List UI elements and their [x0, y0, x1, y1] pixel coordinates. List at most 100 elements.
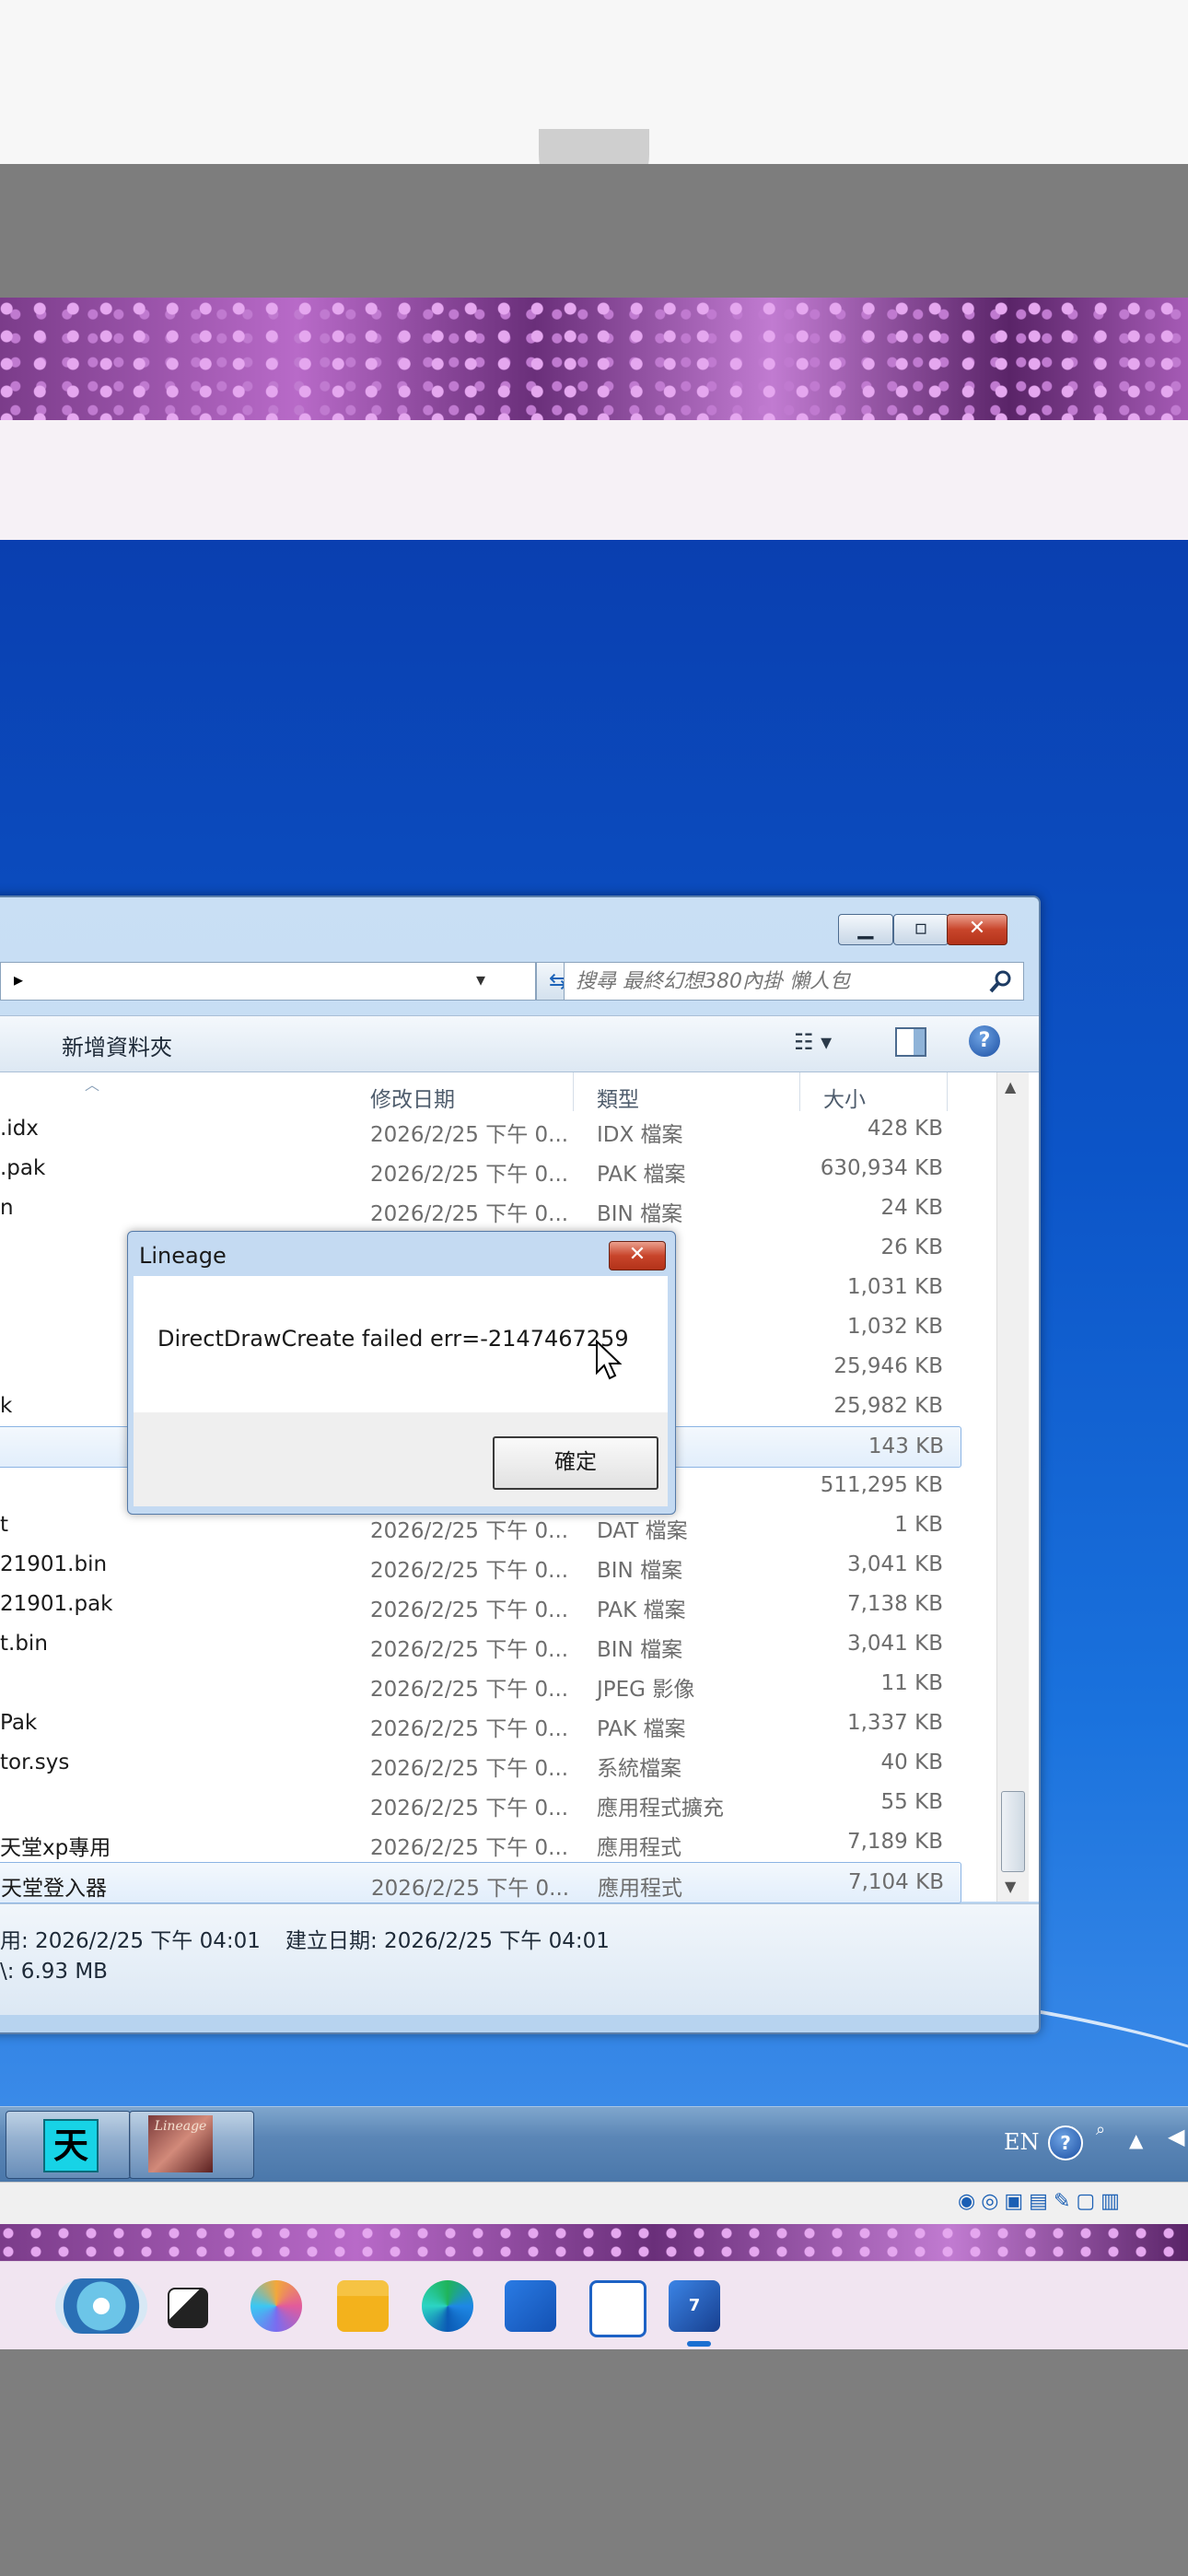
file-explorer-icon[interactable]: [337, 2280, 389, 2332]
file-type: 應用程式: [597, 1836, 681, 1860]
minimize-button[interactable]: ▁: [838, 914, 893, 945]
file-size: 40 KB: [880, 1751, 943, 1774]
file-size: 7,104 KB: [847, 1870, 944, 1894]
file-row-selected[interactable]: 天堂登入器 2026/2/25 下午 0... 應用程式 7,104 KB: [0, 1862, 961, 1903]
column-divider[interactable]: [947, 1072, 948, 1111]
help-icon[interactable]: ?: [969, 1025, 1000, 1057]
file-size: 7,189 KB: [846, 1830, 943, 1854]
new-folder-button[interactable]: 新增資料夾: [62, 1029, 172, 1061]
file-name: .idx: [0, 1117, 39, 1141]
taskbar-item-tian[interactable]: 天: [6, 2111, 131, 2179]
file-type: 系統檔案: [597, 1757, 681, 1781]
scroll-thumb[interactable]: [1001, 1791, 1025, 1872]
file-row[interactable]: 2026/2/25 下午 0... 應用程式擴充 55 KB: [0, 1783, 960, 1822]
sort-arrow-icon: ︿: [85, 1076, 100, 1094]
copilot-icon[interactable]: [250, 2280, 302, 2332]
store-icon[interactable]: [505, 2280, 556, 2332]
file-size: 25,946 KB: [833, 1354, 943, 1378]
file-type: JPEG 影像: [597, 1678, 695, 1702]
file-type: BIN 檔案: [597, 1559, 683, 1583]
created-date-text: 建立日期: 2026/2/25 下午 04:01: [285, 1929, 610, 1953]
widgets-icon[interactable]: [55, 2278, 147, 2334]
view-options-icon[interactable]: ☷ ▾: [794, 1029, 832, 1055]
file-row[interactable]: 天堂xp專用 2026/2/25 下午 0... 應用程式 7,189 KB: [0, 1822, 960, 1862]
task-view-icon[interactable]: [168, 2288, 208, 2328]
file-name: 天堂登入器: [1, 1877, 107, 1901]
file-row[interactable]: n 2026/2/25 下午 0... BIN 檔案 24 KB: [0, 1188, 960, 1228]
vscode-icon[interactable]: [589, 2280, 646, 2337]
file-size: 1 KB: [894, 1513, 943, 1537]
column-header-date[interactable]: 修改日期: [370, 1082, 455, 1113]
file-size: 3,041 KB: [846, 1552, 943, 1576]
tray-help-icon[interactable]: ?: [1048, 2125, 1083, 2160]
file-name: t.bin: [0, 1632, 48, 1656]
speaker-icon[interactable]: ◀: [1168, 2124, 1184, 2149]
scroll-up-icon[interactable]: ▲: [1005, 1078, 1016, 1095]
language-indicator[interactable]: EN: [1004, 2129, 1040, 2155]
ok-button[interactable]: 確定: [493, 1436, 658, 1490]
file-row[interactable]: 21901.bin 2026/2/25 下午 0... BIN 檔案 3,041 KB: [0, 1545, 960, 1585]
file-type: DAT 檔案: [597, 1519, 688, 1543]
file-date: 2026/2/25 下午 0...: [370, 1797, 569, 1821]
wallpaper-strip-bottom: [0, 2224, 1188, 2261]
file-name: 21901.pak: [0, 1592, 113, 1616]
file-row[interactable]: 2026/2/25 下午 0... JPEG 影像 11 KB: [0, 1664, 960, 1704]
search-input[interactable]: [574, 966, 973, 996]
file-date: 2026/2/25 下午 0...: [370, 1559, 569, 1583]
maximize-button[interactable]: ▫: [893, 914, 949, 945]
file-size: 630,934 KB: [820, 1156, 943, 1180]
file-name: tor.sys: [0, 1751, 70, 1774]
vm-app-icon[interactable]: 7: [669, 2280, 720, 2332]
search-box[interactable]: [564, 962, 1024, 1001]
file-date: 2026/2/25 下午 0...: [370, 1757, 569, 1781]
edge-icon[interactable]: [422, 2280, 473, 2332]
file-name: Pak: [0, 1711, 38, 1735]
vertical-scrollbar[interactable]: ▲ ▼: [996, 1072, 1029, 1902]
file-size: 25,982 KB: [833, 1394, 943, 1418]
file-type: BIN 檔案: [597, 1202, 683, 1226]
column-header-size[interactable]: 大小: [823, 1082, 866, 1113]
bottom-area: [0, 2349, 1188, 2576]
command-bar: 新增資料夾 ☷ ▾ ?: [0, 1015, 1039, 1072]
dialog-title: Lineage: [139, 1243, 227, 1269]
file-row[interactable]: t.bin 2026/2/25 下午 0... BIN 檔案 3,041 KB: [0, 1624, 960, 1664]
file-size: 428 KB: [867, 1117, 943, 1141]
address-bar[interactable]: ▸ ▾: [0, 962, 536, 1001]
file-row[interactable]: 21901.pak 2026/2/25 下午 0... PAK 檔案 7,138 KB: [0, 1585, 960, 1624]
address-dropdown-icon[interactable]: ▾: [476, 968, 485, 990]
column-divider[interactable]: [799, 1072, 800, 1111]
tray-ime-icon[interactable]: ⌕: [1096, 2120, 1105, 2139]
vm-status-bar: ◉◎▣▤✎▢▥: [0, 2182, 1188, 2225]
dialog-close-button[interactable]: ✕: [609, 1241, 666, 1270]
gray-band: [0, 164, 1188, 298]
file-row[interactable]: Pak 2026/2/25 下午 0... PAK 檔案 1,337 KB: [0, 1704, 960, 1743]
file-name: 天堂xp專用: [0, 1836, 111, 1860]
file-row[interactable]: .idx 2026/2/25 下午 0... IDX 檔案 428 KB: [0, 1109, 960, 1149]
error-message: DirectDrawCreate failed err=-2147467259: [157, 1326, 629, 1352]
file-type: 應用程式: [598, 1877, 682, 1901]
file-date: 2026/2/25 下午 0...: [370, 1678, 569, 1702]
tray-expand-icon[interactable]: ▲: [1129, 2129, 1143, 2151]
file-row[interactable]: .pak 2026/2/25 下午 0... PAK 檔案 630,934 KB: [0, 1149, 960, 1188]
scroll-down-icon[interactable]: ▼: [1005, 1878, 1016, 1895]
file-date: 2026/2/25 下午 0...: [370, 1638, 569, 1662]
breadcrumb-arrow-icon[interactable]: ▸: [14, 968, 23, 990]
close-icon: ✕: [968, 917, 986, 940]
search-icon[interactable]: [988, 968, 1014, 994]
column-header-type[interactable]: 類型: [597, 1082, 639, 1113]
file-row[interactable]: tor.sys 2026/2/25 下午 0... 系統檔案 40 KB: [0, 1743, 960, 1783]
vm-status-icons[interactable]: ◉◎▣▤✎▢▥: [958, 2190, 1125, 2213]
taskbar-item-lineage[interactable]: Lineage: [129, 2111, 254, 2179]
file-size: 1,337 KB: [846, 1711, 943, 1735]
minimize-icon: ▁: [857, 917, 874, 940]
wallpaper-strip: [0, 298, 1188, 420]
file-size: 511,295 KB: [820, 1473, 943, 1497]
file-size: 11 KB: [880, 1671, 943, 1695]
column-divider[interactable]: [573, 1072, 574, 1111]
file-size: 1,031 KB: [846, 1275, 943, 1299]
file-date: 2026/2/25 下午 0...: [370, 1717, 569, 1741]
close-button[interactable]: ✕: [947, 914, 1007, 945]
file-type: BIN 檔案: [597, 1638, 683, 1662]
preview-pane-icon[interactable]: [895, 1027, 926, 1057]
close-icon: ✕: [628, 1243, 646, 1266]
